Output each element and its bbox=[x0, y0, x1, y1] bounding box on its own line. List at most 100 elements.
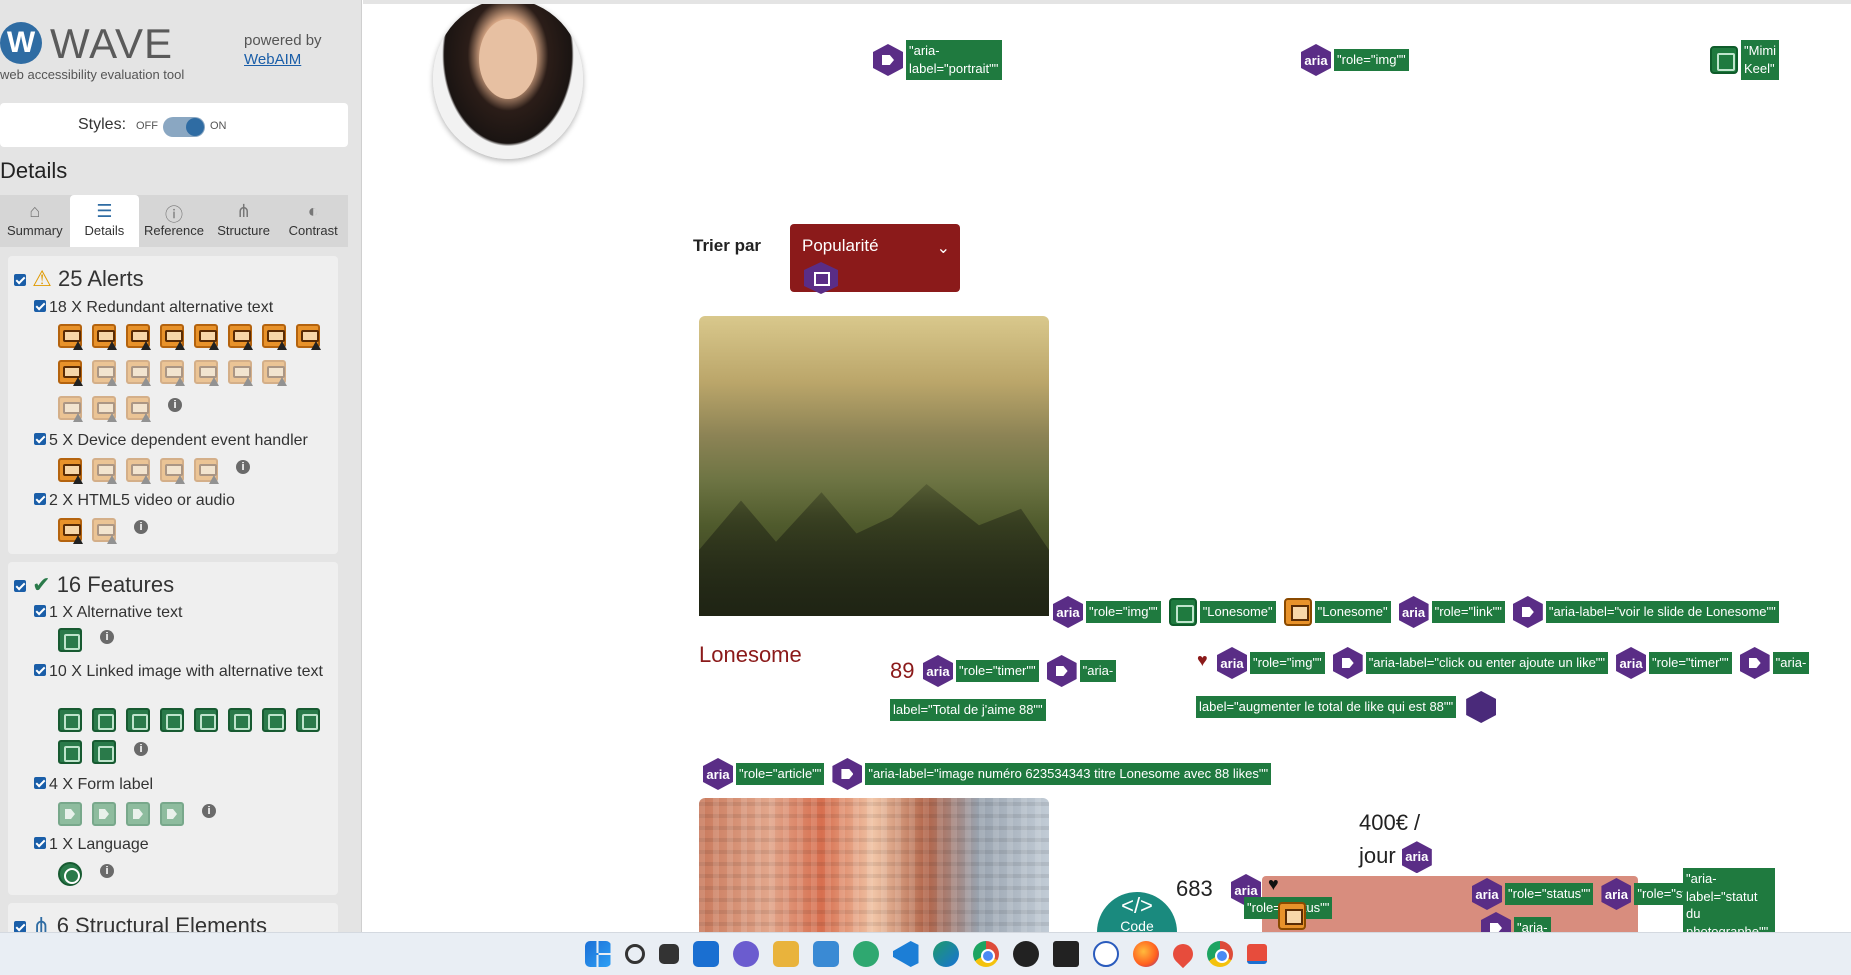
linked-image-icon[interactable] bbox=[58, 708, 82, 732]
desktop-icon[interactable] bbox=[812, 941, 839, 967]
redundant-alt-icon[interactable] bbox=[262, 324, 287, 350]
chatgpt-icon[interactable] bbox=[1012, 941, 1039, 967]
terminal-icon[interactable] bbox=[1052, 941, 1079, 967]
aria-icon[interactable]: aria bbox=[703, 758, 733, 790]
snipping-tool-icon[interactable] bbox=[1246, 944, 1267, 964]
cinque-terre-photo[interactable] bbox=[699, 798, 1049, 932]
media-icon[interactable] bbox=[58, 518, 83, 544]
linked-image-icon[interactable] bbox=[1168, 598, 1197, 626]
tab-contrast[interactable]: ◐ Contrast bbox=[278, 195, 348, 247]
wave-badge[interactable]: aria "role="img"" bbox=[1301, 42, 1409, 78]
aria-icon[interactable]: aria bbox=[923, 655, 953, 687]
alt-text-icon[interactable] bbox=[58, 628, 82, 652]
form-label-icon[interactable] bbox=[92, 802, 116, 826]
widgets-icon[interactable] bbox=[692, 941, 719, 967]
device-handler-icon[interactable] bbox=[58, 458, 83, 484]
vscode-icon[interactable] bbox=[892, 941, 919, 967]
linked-image-icon[interactable] bbox=[126, 708, 150, 732]
word-icon[interactable] bbox=[1092, 941, 1119, 967]
redundant-alt-icon[interactable] bbox=[262, 360, 287, 386]
structural-checkbox[interactable] bbox=[14, 921, 26, 932]
code-badge[interactable]: </> Code bbox=[1097, 892, 1177, 932]
category-checkbox[interactable] bbox=[34, 664, 46, 677]
linked-image-icon[interactable] bbox=[296, 708, 320, 732]
aria-label-icon[interactable] bbox=[832, 758, 863, 790]
category-checkbox[interactable] bbox=[34, 837, 46, 850]
linked-image-icon[interactable] bbox=[92, 740, 116, 764]
device-handler-icon[interactable] bbox=[126, 458, 151, 484]
linked-image-icon[interactable] bbox=[58, 740, 82, 764]
edge-icon[interactable] bbox=[932, 941, 959, 967]
aria-icon[interactable]: aria bbox=[1217, 647, 1247, 679]
form-label-icon[interactable] bbox=[58, 802, 82, 826]
wave-badge[interactable]: "Mimi Keel" bbox=[1710, 40, 1779, 80]
linked-image-icon[interactable] bbox=[194, 708, 218, 732]
wave-badge[interactable]: "aria-label="portrait"" bbox=[873, 40, 1002, 80]
aria-icon[interactable]: aria bbox=[1472, 878, 1502, 910]
device-handler-icon[interactable] bbox=[1278, 902, 1306, 930]
category-checkbox[interactable] bbox=[34, 777, 46, 790]
info-icon[interactable]: i bbox=[236, 460, 250, 474]
redundant-alt-icon[interactable] bbox=[228, 324, 253, 350]
tab-summary[interactable]: ⌂ Summary bbox=[0, 195, 70, 247]
category-checkbox[interactable] bbox=[34, 493, 46, 506]
redundant-alt-icon[interactable] bbox=[92, 396, 117, 422]
sort-select[interactable]: Popularité ⌄ bbox=[790, 224, 960, 294]
info-icon[interactable]: i bbox=[168, 398, 182, 412]
styles-toggle[interactable] bbox=[163, 117, 205, 137]
redundant-alt-icon[interactable] bbox=[1283, 598, 1312, 626]
redundant-alt-icon[interactable] bbox=[194, 324, 219, 350]
chrome-icon[interactable] bbox=[972, 941, 999, 967]
redundant-alt-icon[interactable] bbox=[58, 396, 83, 422]
firefox-icon[interactable] bbox=[1132, 941, 1159, 967]
windows-start-icon[interactable] bbox=[584, 941, 611, 967]
info-icon[interactable]: i bbox=[134, 742, 148, 756]
aria-label-icon[interactable] bbox=[1739, 647, 1770, 679]
aria-label-icon[interactable] bbox=[1512, 596, 1543, 628]
info-icon[interactable]: i bbox=[202, 804, 216, 818]
linked-image-icon[interactable] bbox=[262, 708, 286, 732]
redundant-alt-icon[interactable] bbox=[92, 360, 117, 386]
aria-icon[interactable]: aria bbox=[1616, 647, 1647, 679]
aria-icon[interactable]: aria bbox=[1401, 841, 1432, 874]
linked-image-icon[interactable] bbox=[92, 708, 116, 732]
redundant-alt-icon[interactable] bbox=[92, 324, 117, 350]
linked-image-icon[interactable] bbox=[228, 708, 252, 732]
tab-structure[interactable]: ⋔ Structure bbox=[209, 195, 279, 247]
redundant-alt-icon[interactable] bbox=[194, 360, 219, 386]
alerts-checkbox[interactable] bbox=[14, 274, 26, 287]
aria-label-icon[interactable] bbox=[1481, 912, 1511, 932]
info-icon[interactable]: i bbox=[100, 864, 114, 878]
redundant-alt-icon[interactable] bbox=[160, 360, 185, 386]
lonesome-photo[interactable] bbox=[699, 316, 1049, 616]
category-checkbox[interactable] bbox=[34, 300, 46, 313]
device-handler-icon[interactable] bbox=[160, 458, 185, 484]
atom-icon[interactable] bbox=[852, 941, 879, 967]
form-label-icon[interactable] bbox=[126, 802, 150, 826]
chat-icon[interactable] bbox=[732, 941, 759, 967]
aria-icon[interactable]: aria bbox=[1053, 596, 1083, 628]
linked-image-icon[interactable] bbox=[160, 708, 184, 732]
device-handler-icon[interactable] bbox=[194, 458, 219, 484]
heart-icon[interactable]: ♥ bbox=[1197, 650, 1208, 671]
aria-label-icon[interactable] bbox=[1046, 655, 1077, 687]
info-icon[interactable]: i bbox=[134, 520, 148, 534]
language-icon[interactable] bbox=[58, 862, 82, 886]
file-explorer-icon[interactable] bbox=[772, 941, 799, 967]
category-checkbox[interactable] bbox=[34, 605, 46, 618]
aria-label-icon[interactable] bbox=[1332, 647, 1363, 679]
redundant-alt-icon[interactable] bbox=[58, 360, 83, 386]
redundant-alt-icon[interactable] bbox=[126, 396, 151, 422]
tab-details[interactable]: ☰ Details bbox=[69, 195, 140, 247]
info-icon[interactable]: i bbox=[100, 630, 114, 644]
search-icon[interactable] bbox=[624, 944, 645, 964]
redundant-alt-icon[interactable] bbox=[126, 324, 151, 350]
redundant-alt-icon[interactable] bbox=[228, 360, 253, 386]
redundant-alt-icon[interactable] bbox=[58, 324, 83, 350]
redundant-alt-icon[interactable] bbox=[296, 324, 321, 350]
redundant-alt-icon[interactable] bbox=[160, 324, 185, 350]
webaim-link[interactable]: WebAIM bbox=[244, 51, 301, 68]
chrome-icon[interactable] bbox=[1206, 941, 1233, 967]
task-view-icon[interactable] bbox=[658, 944, 679, 964]
device-handler-icon[interactable] bbox=[92, 458, 117, 484]
